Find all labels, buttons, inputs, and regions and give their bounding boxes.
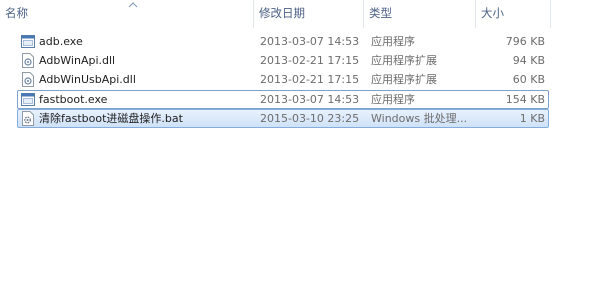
file-type: 应用程序扩展 [371,54,437,67]
file-name: AdbWinApi.dll [39,54,116,67]
column-header-date-label: 修改日期 [259,6,305,20]
file-row[interactable]: fastboot.exe 2013-03-07 14:53 应用程序 154 K… [17,90,549,109]
file-name: 清除fastboot进磁盘操作.bat [39,112,183,125]
column-header-size-label: 大小 [481,6,504,20]
file-type: 应用程序 [371,35,415,48]
file-type: Windows 批处理... [371,112,468,125]
file-type: 应用程序扩展 [371,73,437,86]
column-header-name-label: 名称 [5,6,28,20]
bat-icon [22,111,34,126]
column-header-type-label: 类型 [369,6,392,20]
file-size: 796 KB [505,35,545,48]
file-name: adb.exe [39,35,83,48]
column-header-bar: 名称 修改日期 类型 大小 [0,0,600,28]
file-size: 154 KB [505,93,545,106]
column-header-type[interactable]: 类型 [364,0,475,27]
file-size: 60 KB [512,73,545,86]
file-date: 2013-02-21 17:15 [260,73,360,86]
dll-icon [22,72,34,87]
file-row[interactable]: AdbWinApi.dll 2013-02-21 17:15 应用程序扩展 94… [17,51,549,70]
file-date: 2013-03-07 14:53 [260,35,360,48]
file-date: 2013-02-21 17:15 [260,54,360,67]
file-date: 2013-03-07 14:53 [260,93,360,106]
file-type: 应用程序 [371,93,415,106]
column-header-date[interactable]: 修改日期 [254,0,363,27]
exe-icon [21,35,35,48]
column-header-name[interactable]: 名称 [0,0,253,27]
file-size: 1 KB [519,112,545,125]
column-divider[interactable] [550,0,551,28]
file-date: 2015-03-10 23:25 [260,112,360,125]
file-row[interactable]: 清除fastboot进磁盘操作.bat 2015-03-10 23:25 Win… [17,109,549,128]
sort-ascending-icon [128,2,138,8]
exe-icon [21,93,35,106]
empty-list-area[interactable] [0,130,600,288]
file-name: AdbWinUsbApi.dll [39,73,136,86]
file-size: 94 KB [512,54,545,67]
file-row[interactable]: AdbWinUsbApi.dll 2013-02-21 17:15 应用程序扩展… [17,70,549,89]
file-name: fastboot.exe [39,93,108,106]
column-header-size[interactable]: 大小 [476,0,550,27]
file-row[interactable]: adb.exe 2013-03-07 14:53 应用程序 796 KB [17,32,549,51]
dll-icon [22,53,34,68]
